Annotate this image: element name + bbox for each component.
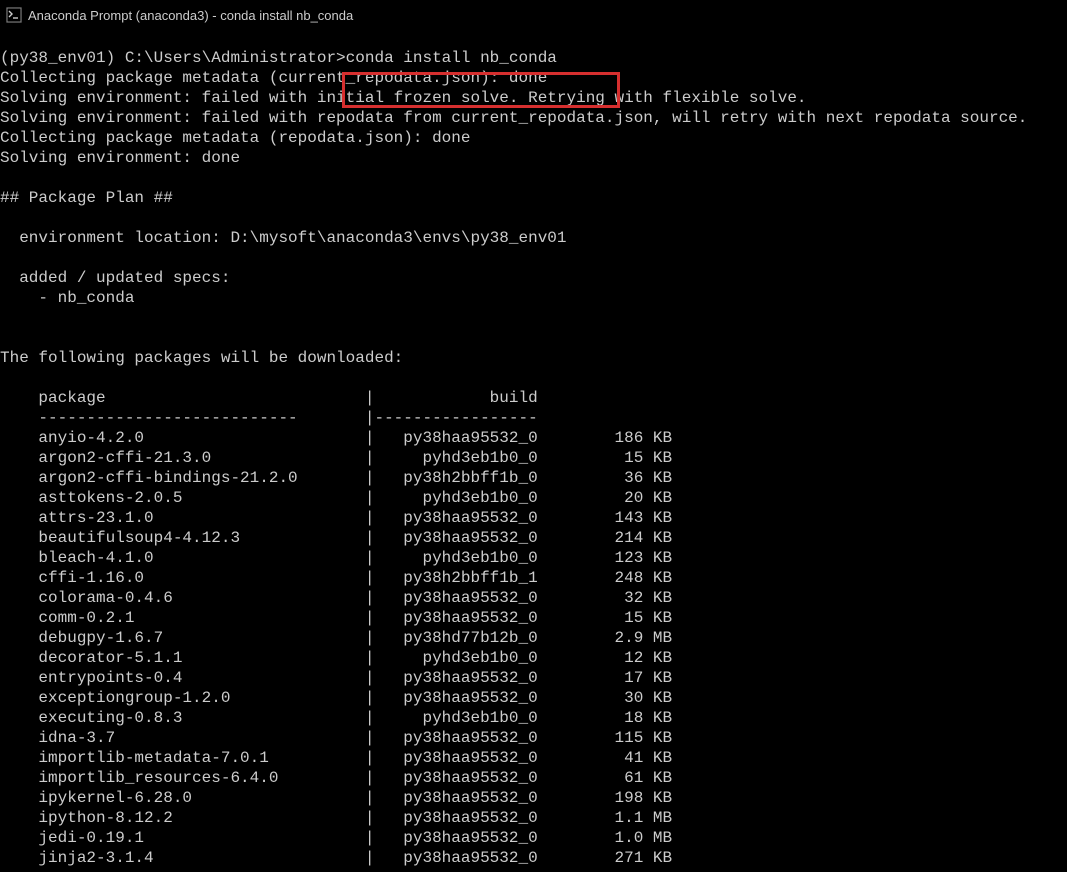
window-titlebar: Anaconda Prompt (anaconda3) - conda inst…	[0, 0, 1067, 30]
terminal-output: (py38_env01) C:\Users\Administrator>cond…	[0, 48, 1067, 868]
app-icon	[6, 7, 22, 23]
terminal-area[interactable]: (py38_env01) C:\Users\Administrator>cond…	[0, 30, 1067, 868]
window-title: Anaconda Prompt (anaconda3) - conda inst…	[28, 8, 353, 23]
